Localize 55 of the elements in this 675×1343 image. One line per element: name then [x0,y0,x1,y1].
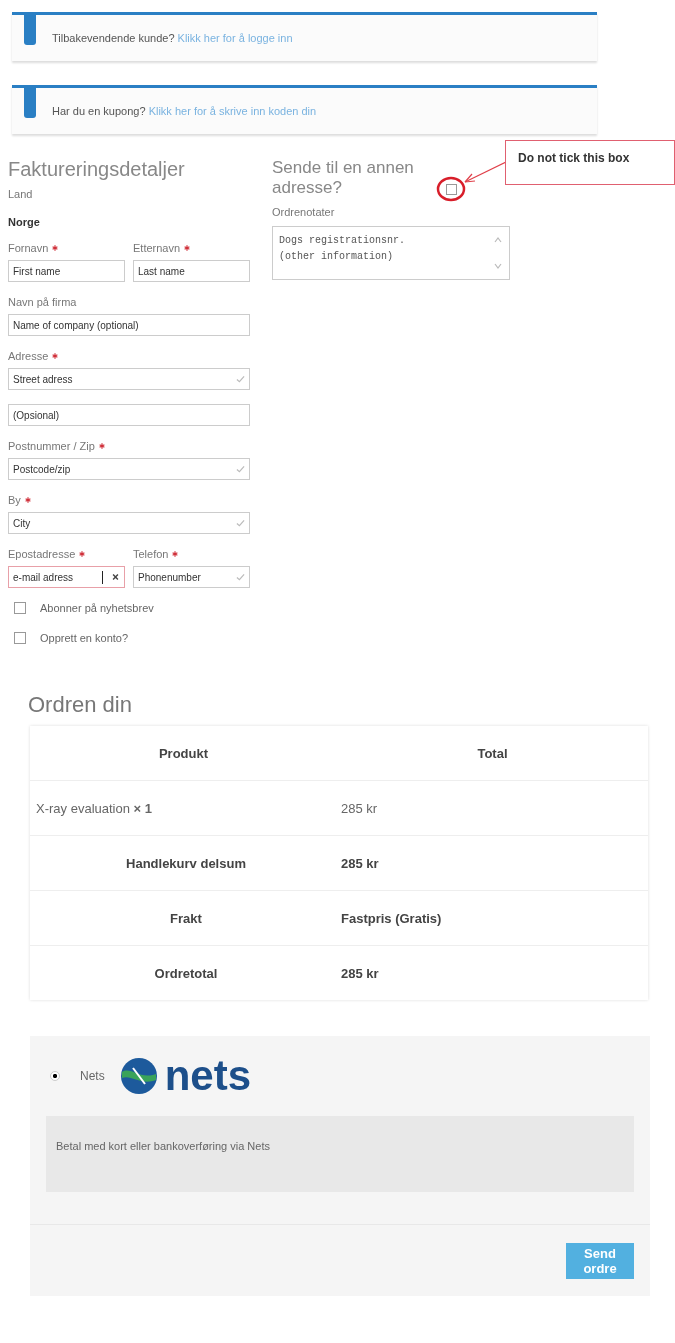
section-title: Sende til en annen adresse? [272,158,415,198]
input-field[interactable]: (Opsional) [8,404,250,426]
input-field[interactable]: Phonenumber [133,566,250,588]
input-field[interactable]: Postcode/zip [8,458,250,480]
field-label: Telefon [133,548,169,560]
field-label: Postnummer / Zip [8,440,95,452]
table-cell: Frakt [30,890,337,946]
checkbox[interactable] [14,632,26,644]
table-cell: Ordretotal [30,945,337,1000]
checkmark-icon [236,465,245,473]
table-cell: Handlekurv delsum [30,835,337,891]
notice-text: Tilbakevendende kunde? Klikk her for å logge inn [52,32,293,44]
section-title: Ordren din [28,692,133,718]
field-label: Ordrenotater [272,206,336,218]
field-label: Fornavn [8,242,49,254]
field-label: Land [8,188,34,200]
field-label: Epostadresse [8,548,76,560]
checkbox[interactable] [446,184,457,195]
notes-field[interactable]: Dogs registrationsnr. (other information) [272,226,510,280]
table-cell: 285 kr [337,835,648,891]
field-label: By [8,494,21,506]
table-cell: Fastpris (Gratis) [337,890,648,946]
section-title: Faktureringsdetaljer [8,158,186,180]
logo-text: nets [164,1054,252,1098]
country-value: Norge [8,216,41,228]
input-field[interactable]: e-mail adress [8,566,125,588]
column-header: Total [337,726,648,781]
method-label: Nets [80,1069,105,1083]
callout-box: Do not tick this box [505,140,675,185]
checkmark-icon [236,573,245,581]
checkbox-label: Abonner på nyhetsbrev [40,602,154,614]
input-field[interactable]: Name of company (optional) [8,314,250,336]
clear-icon[interactable] [111,573,120,581]
notice-text: Har du en kupong? Klikk her for å skrive inn koden din [52,105,317,117]
checkbox[interactable] [14,602,26,614]
globe-icon [118,1056,159,1096]
field-label: Etternavn [133,242,181,254]
input-field[interactable]: Last name [133,260,250,282]
input-field[interactable]: City [8,512,250,534]
input-field[interactable]: First name [8,260,125,282]
table-cell: 285 kr [337,945,648,1000]
checkbox-label: Opprett en konto? [40,632,129,644]
column-header: Produkt [30,726,337,781]
field-label: Navn på firma [8,296,77,308]
checkmark-icon [236,375,245,383]
highlight-circle [436,176,466,202]
radio-button[interactable] [50,1071,60,1081]
table-cell: X-ray evaluation × 1 [30,780,337,836]
method-description: Betal med kort eller bankoverføring via Nets [46,1116,634,1192]
info-icon [24,88,36,118]
checkmark-icon [236,519,245,527]
table-cell: 285 kr [337,780,648,836]
info-icon [24,15,36,45]
input-field[interactable]: Street adress [8,368,250,390]
field-label: Adresse [8,350,49,362]
